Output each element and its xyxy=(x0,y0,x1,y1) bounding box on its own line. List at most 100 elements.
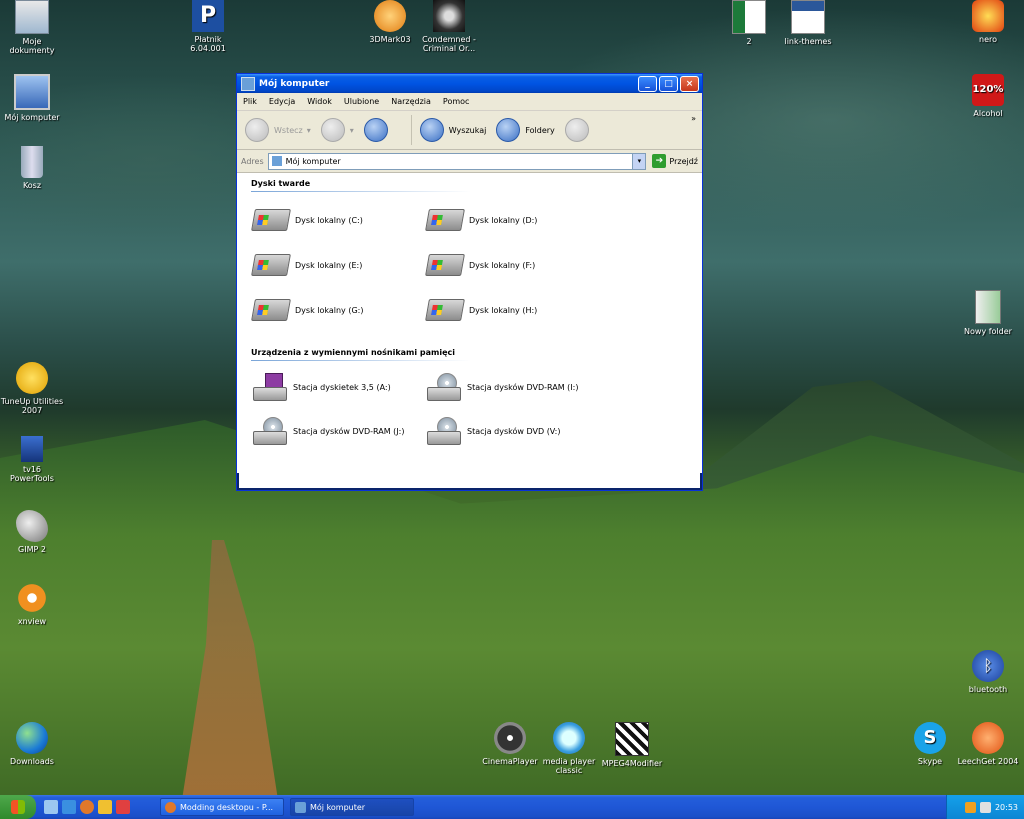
desktop-icon-moj-komputer[interactable]: Mój komputer xyxy=(0,74,64,122)
show-desktop-icon[interactable] xyxy=(44,800,58,814)
start-button[interactable] xyxy=(0,795,36,819)
desktop-icon-skype[interactable]: S Skype xyxy=(898,722,962,766)
desktop-icon-media-player-classic[interactable]: media player classic xyxy=(537,722,601,775)
desktop-icon-leechget[interactable]: LeechGet 2004 xyxy=(956,722,1020,766)
drive-item[interactable]: Stacja dysków DVD-RAM (J:) xyxy=(253,417,404,445)
up-arrow-icon xyxy=(363,118,388,142)
content-area: Dyski twarde Dysk lokalny (C:) Dysk loka… xyxy=(237,173,702,473)
excel-file-icon xyxy=(732,0,766,34)
condemned-game-icon xyxy=(433,0,465,32)
my-computer-window[interactable]: Mój komputer _ □ × Plik Edycja Widok Ulu… xyxy=(236,73,703,491)
back-arrow-icon xyxy=(245,118,269,142)
clapperboard-icon xyxy=(615,722,649,756)
desktop-icon-bluetooth[interactable]: ᛒ bluetooth xyxy=(956,650,1020,694)
clock[interactable]: 20:53 xyxy=(995,803,1018,812)
window-title: Mój komputer xyxy=(259,78,330,89)
drive-item[interactable]: Dysk lokalny (G:) xyxy=(251,299,363,321)
desktop-icon-downloads[interactable]: Downloads xyxy=(0,722,64,766)
desktop-icon-mpeg4modifier[interactable]: MPEG4Modifier xyxy=(600,722,664,768)
desktop-icon-nowy-folder[interactable]: Nowy folder xyxy=(956,290,1020,336)
drive-item[interactable]: Dysk lokalny (H:) xyxy=(425,299,537,321)
internet-explorer-icon[interactable] xyxy=(62,800,76,814)
hard-drive-icon xyxy=(251,209,291,231)
app-launcher-icon[interactable] xyxy=(116,800,130,814)
my-computer-icon xyxy=(241,76,255,91)
menu-view[interactable]: Widok xyxy=(301,97,338,106)
floppy-drive-icon xyxy=(253,373,287,401)
desktop-icon-tuneup[interactable]: TuneUp Utilities 2007 xyxy=(0,362,64,415)
drive-item[interactable]: Dysk lokalny (F:) xyxy=(425,254,535,276)
windows-logo-icon xyxy=(11,800,25,814)
address-dropdown-icon[interactable]: ▾ xyxy=(632,153,646,169)
my-computer-icon xyxy=(271,156,282,166)
bluetooth-icon: ᛒ xyxy=(972,650,1004,682)
xnview-app-icon xyxy=(16,582,48,614)
drive-item[interactable]: Stacja dysków DVD-RAM (I:) xyxy=(427,373,578,401)
powertools-app-icon xyxy=(21,436,43,462)
desktop-icon-cinemaplayer[interactable]: CinemaPlayer xyxy=(478,722,542,766)
folders-button[interactable]: Foldery xyxy=(496,118,555,142)
firefox-icon[interactable] xyxy=(80,800,94,814)
film-reel-icon xyxy=(494,722,526,754)
desktop-icon-platnik[interactable]: P Płatnik 6.04.001 xyxy=(176,0,240,53)
desktop-icon-kosz[interactable]: Kosz xyxy=(0,146,64,190)
desktop-icon-tv16-powertools[interactable]: tv16 PowerTools xyxy=(0,436,64,483)
word-file-icon xyxy=(791,0,825,34)
go-button[interactable]: ➔ Przejdź xyxy=(652,154,698,168)
desktop-icon-link-themes[interactable]: link-themes xyxy=(776,0,840,46)
taskbar: Modding desktopu - P... Mój komputer 20:… xyxy=(0,795,1024,819)
toolbar-overflow-chevron[interactable]: » xyxy=(691,114,696,123)
forward-dropdown-icon[interactable]: ▾ xyxy=(350,126,354,135)
search-button[interactable]: Wyszukaj xyxy=(419,118,486,142)
views-button[interactable] xyxy=(564,118,594,142)
desktop-icon-excel-2[interactable]: 2 xyxy=(717,0,781,46)
search-icon xyxy=(419,118,444,142)
dvd-drive-icon xyxy=(253,417,287,445)
firefox-icon xyxy=(165,801,176,813)
back-button[interactable]: Wstecz ▾ xyxy=(245,118,311,142)
minimize-button[interactable]: _ xyxy=(638,75,657,92)
desktop-icon-alcohol[interactable]: 120% Alcohol xyxy=(956,74,1020,118)
menu-help[interactable]: Pomoc xyxy=(437,97,476,106)
drive-item[interactable]: Dysk lokalny (D:) xyxy=(425,209,537,231)
alcohol-120-icon: 120% xyxy=(972,74,1004,106)
hard-drive-icon xyxy=(425,209,465,231)
close-button[interactable]: × xyxy=(680,75,699,92)
tuneup-app-icon xyxy=(16,362,48,394)
up-button[interactable] xyxy=(363,118,393,142)
desktop-icon-xnview[interactable]: xnview xyxy=(0,582,64,626)
my-computer-icon xyxy=(295,801,306,813)
address-input[interactable]: Mój komputer ▾ xyxy=(267,152,647,170)
desktop-icon-nero[interactable]: nero xyxy=(956,0,1020,44)
maximize-button[interactable]: □ xyxy=(659,75,678,92)
taskbar-task-active[interactable]: Mój komputer xyxy=(290,798,414,816)
skype-icon: S xyxy=(914,722,946,754)
back-dropdown-icon[interactable]: ▾ xyxy=(307,126,311,135)
winamp-icon[interactable] xyxy=(98,800,112,814)
forward-arrow-icon xyxy=(320,118,345,142)
desktop-icon-condemned[interactable]: Condemned - Criminal Or... xyxy=(417,0,481,53)
drive-item[interactable]: Dysk lokalny (E:) xyxy=(251,254,362,276)
tray-app-icon[interactable] xyxy=(964,801,976,813)
dvd-drive-icon xyxy=(427,373,461,401)
desktop-icon-moje-dokumenty[interactable]: Moje dokumenty xyxy=(0,0,64,55)
hard-drive-icon xyxy=(425,254,465,276)
new-folder-icon xyxy=(975,290,1001,324)
forward-button[interactable]: ▾ xyxy=(320,118,354,142)
drive-item[interactable]: Stacja dyskietek 3,5 (A:) xyxy=(253,373,391,401)
menu-favorites[interactable]: Ulubione xyxy=(338,97,385,106)
menu-tools[interactable]: Narzędzia xyxy=(385,97,437,106)
drive-item[interactable]: Stacja dysków DVD (V:) xyxy=(427,417,560,445)
drive-item[interactable]: Dysk lokalny (C:) xyxy=(251,209,363,231)
section-removable: Urządzenia z wymiennymi nośnikami pamięc… xyxy=(251,348,471,361)
desktop-icon-gimp[interactable]: GIMP 2 xyxy=(0,510,64,554)
taskbar-task[interactable]: Modding desktopu - P... xyxy=(160,798,284,816)
my-computer-icon xyxy=(14,74,50,110)
tray-network-icon[interactable] xyxy=(979,801,991,813)
go-arrow-icon: ➔ xyxy=(652,154,667,168)
menu-file[interactable]: Plik xyxy=(237,97,263,106)
desktop-icon-3dmark[interactable]: 3DMark03 xyxy=(358,0,422,44)
recycle-bin-icon xyxy=(21,146,43,178)
menu-edit[interactable]: Edycja xyxy=(263,97,301,106)
window-titlebar[interactable]: Mój komputer _ □ × xyxy=(237,74,702,93)
